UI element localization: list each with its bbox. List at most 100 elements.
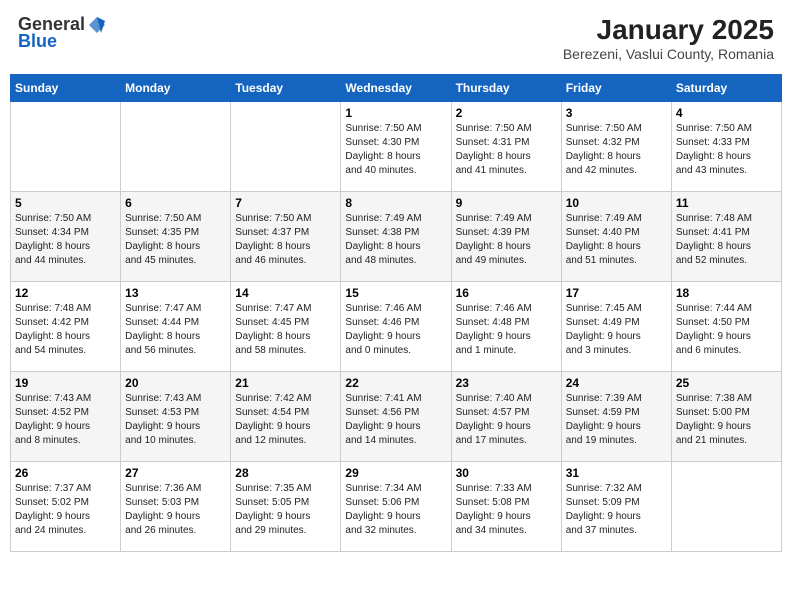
day-number: 23 bbox=[456, 376, 557, 390]
calendar-cell: 15 Sunrise: 7:46 AM Sunset: 4:46 PM Dayli… bbox=[341, 282, 451, 372]
day-info: Sunrise: 7:50 AM Sunset: 4:37 PM Dayligh… bbox=[235, 212, 336, 268]
calendar-header-row: SundayMondayTuesdayWednesdayThursdayFrid… bbox=[11, 75, 782, 102]
day-info: Sunrise: 7:39 AM Sunset: 4:59 PM Dayligh… bbox=[566, 392, 667, 448]
day-number: 30 bbox=[456, 466, 557, 480]
title-block: January 2025 Berezeni, Vaslui County, Ro… bbox=[563, 14, 774, 62]
calendar-cell: 28 Sunrise: 7:35 AM Sunset: 5:05 PM Dayli… bbox=[231, 462, 341, 552]
logo-blue: Blue bbox=[18, 31, 57, 52]
day-number: 2 bbox=[456, 106, 557, 120]
calendar-cell: 19Sunrise: 7:43 AM Sunset: 4:52 PM Dayli… bbox=[11, 372, 121, 462]
day-info: Sunrise: 7:46 AM Sunset: 4:48 PM Dayligh… bbox=[456, 302, 557, 358]
day-info: Sunrise: 7:37 AM Sunset: 5:02 PM Dayligh… bbox=[15, 482, 116, 538]
day-of-week-thursday: Thursday bbox=[451, 75, 561, 102]
calendar-week-row: 5 Sunrise: 7:50 AM Sunset: 4:34 PM Daylig… bbox=[11, 192, 782, 282]
day-info: Sunrise: 7:50 AM Sunset: 4:34 PM Dayligh… bbox=[15, 212, 116, 268]
day-info: Sunrise: 7:49 AM Sunset: 4:39 PM Dayligh… bbox=[456, 212, 557, 268]
day-info: Sunrise: 7:43 AM Sunset: 4:53 PM Dayligh… bbox=[125, 392, 226, 448]
day-info: Sunrise: 7:35 AM Sunset: 5:05 PM Dayligh… bbox=[235, 482, 336, 538]
calendar-cell: 26 Sunrise: 7:37 AM Sunset: 5:02 PM Dayli… bbox=[11, 462, 121, 552]
day-number: 9 bbox=[456, 196, 557, 210]
day-info: Sunrise: 7:49 AM Sunset: 4:38 PM Dayligh… bbox=[345, 212, 446, 268]
calendar-cell: 21 Sunrise: 7:42 AM Sunset: 4:54 PM Dayli… bbox=[231, 372, 341, 462]
day-number: 12 bbox=[15, 286, 116, 300]
calendar-week-row: 26 Sunrise: 7:37 AM Sunset: 5:02 PM Dayli… bbox=[11, 462, 782, 552]
day-number: 11 bbox=[676, 196, 777, 210]
day-number: 29 bbox=[345, 466, 446, 480]
calendar-cell: 17Sunrise: 7:45 AM Sunset: 4:49 PM Dayli… bbox=[561, 282, 671, 372]
day-info: Sunrise: 7:34 AM Sunset: 5:06 PM Dayligh… bbox=[345, 482, 446, 538]
page-subtitle: Berezeni, Vaslui County, Romania bbox=[563, 46, 774, 62]
calendar-table: SundayMondayTuesdayWednesdayThursdayFrid… bbox=[10, 74, 782, 552]
day-info: Sunrise: 7:32 AM Sunset: 5:09 PM Dayligh… bbox=[566, 482, 667, 538]
day-number: 16 bbox=[456, 286, 557, 300]
day-info: Sunrise: 7:47 AM Sunset: 4:44 PM Dayligh… bbox=[125, 302, 226, 358]
day-number: 13 bbox=[125, 286, 226, 300]
calendar-cell: 14 Sunrise: 7:47 AM Sunset: 4:45 PM Dayli… bbox=[231, 282, 341, 372]
calendar-cell bbox=[121, 102, 231, 192]
day-info: Sunrise: 7:50 AM Sunset: 4:30 PM Dayligh… bbox=[345, 122, 446, 178]
day-number: 7 bbox=[235, 196, 336, 210]
calendar-cell: 10 Sunrise: 7:49 AM Sunset: 4:40 PM Dayli… bbox=[561, 192, 671, 282]
calendar-cell: 12 Sunrise: 7:48 AM Sunset: 4:42 PM Dayli… bbox=[11, 282, 121, 372]
day-info: Sunrise: 7:48 AM Sunset: 4:42 PM Dayligh… bbox=[15, 302, 116, 358]
day-info: Sunrise: 7:45 AM Sunset: 4:49 PM Dayligh… bbox=[566, 302, 667, 358]
day-number: 1 bbox=[345, 106, 446, 120]
calendar-cell: 25 Sunrise: 7:38 AM Sunset: 5:00 PM Dayli… bbox=[671, 372, 781, 462]
calendar-cell: 9 Sunrise: 7:49 AM Sunset: 4:39 PM Daylig… bbox=[451, 192, 561, 282]
day-info: Sunrise: 7:36 AM Sunset: 5:03 PM Dayligh… bbox=[125, 482, 226, 538]
calendar-cell: 1 Sunrise: 7:50 AM Sunset: 4:30 PM Daylig… bbox=[341, 102, 451, 192]
day-number: 10 bbox=[566, 196, 667, 210]
calendar-cell: 7 Sunrise: 7:50 AM Sunset: 4:37 PM Daylig… bbox=[231, 192, 341, 282]
day-number: 25 bbox=[676, 376, 777, 390]
day-number: 6 bbox=[125, 196, 226, 210]
calendar-cell: 2 Sunrise: 7:50 AM Sunset: 4:31 PM Daylig… bbox=[451, 102, 561, 192]
calendar-cell: 31 Sunrise: 7:32 AM Sunset: 5:09 PM Dayli… bbox=[561, 462, 671, 552]
logo: General Blue bbox=[18, 14, 107, 52]
calendar-cell bbox=[671, 462, 781, 552]
calendar-cell: 18Sunrise: 7:44 AM Sunset: 4:50 PM Dayli… bbox=[671, 282, 781, 372]
day-number: 19 bbox=[15, 376, 116, 390]
day-of-week-sunday: Sunday bbox=[11, 75, 121, 102]
day-info: Sunrise: 7:49 AM Sunset: 4:40 PM Dayligh… bbox=[566, 212, 667, 268]
calendar-cell: 29 Sunrise: 7:34 AM Sunset: 5:06 PM Dayli… bbox=[341, 462, 451, 552]
day-number: 4 bbox=[676, 106, 777, 120]
day-number: 3 bbox=[566, 106, 667, 120]
day-info: Sunrise: 7:33 AM Sunset: 5:08 PM Dayligh… bbox=[456, 482, 557, 538]
calendar-week-row: 12 Sunrise: 7:48 AM Sunset: 4:42 PM Dayli… bbox=[11, 282, 782, 372]
day-number: 5 bbox=[15, 196, 116, 210]
day-number: 21 bbox=[235, 376, 336, 390]
page-header: General Blue January 2025 Berezeni, Vasl… bbox=[10, 10, 782, 66]
calendar-cell: 22Sunrise: 7:41 AM Sunset: 4:56 PM Dayli… bbox=[341, 372, 451, 462]
day-number: 27 bbox=[125, 466, 226, 480]
day-info: Sunrise: 7:50 AM Sunset: 4:33 PM Dayligh… bbox=[676, 122, 777, 178]
day-of-week-monday: Monday bbox=[121, 75, 231, 102]
day-info: Sunrise: 7:42 AM Sunset: 4:54 PM Dayligh… bbox=[235, 392, 336, 448]
calendar-week-row: 19Sunrise: 7:43 AM Sunset: 4:52 PM Dayli… bbox=[11, 372, 782, 462]
day-info: Sunrise: 7:38 AM Sunset: 5:00 PM Dayligh… bbox=[676, 392, 777, 448]
page-title: January 2025 bbox=[563, 14, 774, 46]
day-info: Sunrise: 7:50 AM Sunset: 4:35 PM Dayligh… bbox=[125, 212, 226, 268]
calendar-cell: 8 Sunrise: 7:49 AM Sunset: 4:38 PM Daylig… bbox=[341, 192, 451, 282]
calendar-cell: 30 Sunrise: 7:33 AM Sunset: 5:08 PM Dayli… bbox=[451, 462, 561, 552]
day-of-week-tuesday: Tuesday bbox=[231, 75, 341, 102]
calendar-cell: 20Sunrise: 7:43 AM Sunset: 4:53 PM Dayli… bbox=[121, 372, 231, 462]
day-info: Sunrise: 7:48 AM Sunset: 4:41 PM Dayligh… bbox=[676, 212, 777, 268]
day-number: 18 bbox=[676, 286, 777, 300]
calendar-cell: 11 Sunrise: 7:48 AM Sunset: 4:41 PM Dayli… bbox=[671, 192, 781, 282]
day-number: 15 bbox=[345, 286, 446, 300]
day-info: Sunrise: 7:46 AM Sunset: 4:46 PM Dayligh… bbox=[345, 302, 446, 358]
day-of-week-wednesday: Wednesday bbox=[341, 75, 451, 102]
day-number: 8 bbox=[345, 196, 446, 210]
day-info: Sunrise: 7:50 AM Sunset: 4:31 PM Dayligh… bbox=[456, 122, 557, 178]
day-number: 28 bbox=[235, 466, 336, 480]
calendar-cell bbox=[11, 102, 121, 192]
day-number: 31 bbox=[566, 466, 667, 480]
calendar-cell: 6 Sunrise: 7:50 AM Sunset: 4:35 PM Daylig… bbox=[121, 192, 231, 282]
day-info: Sunrise: 7:41 AM Sunset: 4:56 PM Dayligh… bbox=[345, 392, 446, 448]
day-number: 26 bbox=[15, 466, 116, 480]
day-number: 14 bbox=[235, 286, 336, 300]
calendar-cell: 16 Sunrise: 7:46 AM Sunset: 4:48 PM Dayli… bbox=[451, 282, 561, 372]
day-number: 24 bbox=[566, 376, 667, 390]
day-info: Sunrise: 7:40 AM Sunset: 4:57 PM Dayligh… bbox=[456, 392, 557, 448]
day-info: Sunrise: 7:47 AM Sunset: 4:45 PM Dayligh… bbox=[235, 302, 336, 358]
